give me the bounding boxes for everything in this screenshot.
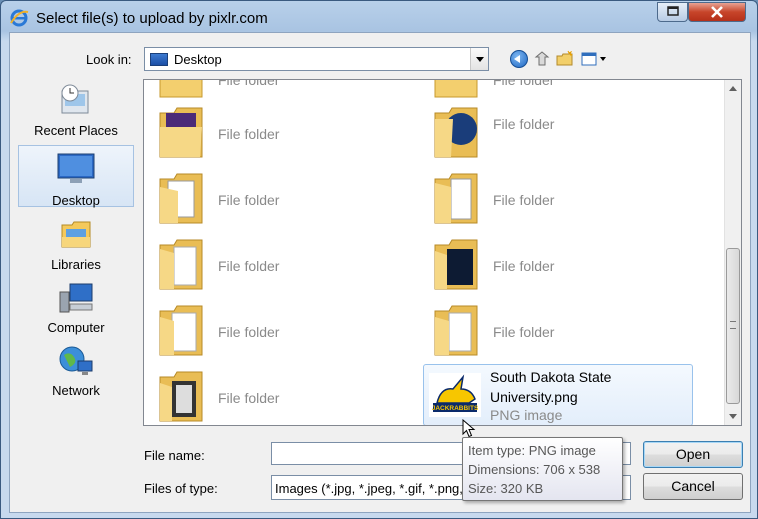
open-button[interactable]: Open bbox=[643, 441, 743, 468]
file-type-label: File folder bbox=[218, 324, 280, 340]
chevron-down-icon[interactable] bbox=[470, 48, 488, 70]
file-dialog-window: Select file(s) to upload by pixlr.com Lo… bbox=[0, 0, 758, 519]
list-item-folder[interactable]: File folder bbox=[148, 79, 418, 102]
folder-icon bbox=[434, 239, 478, 290]
folder-icon bbox=[159, 305, 203, 356]
new-folder-icon[interactable] bbox=[556, 50, 574, 68]
filetype-value: Images (*.jpg, *.jpeg, *.gif, *.png, bbox=[275, 481, 463, 496]
restore-button[interactable] bbox=[657, 2, 688, 22]
close-button[interactable] bbox=[688, 2, 746, 22]
up-folder-icon[interactable] bbox=[533, 50, 551, 68]
list-item-folder[interactable]: File folder bbox=[148, 100, 418, 162]
mouse-cursor-icon bbox=[462, 419, 476, 438]
window-title: Select file(s) to upload by pixlr.com bbox=[36, 10, 268, 27]
place-label: Libraries bbox=[51, 257, 101, 272]
place-label: Network bbox=[52, 383, 100, 398]
lookin-label: Look in: bbox=[86, 52, 132, 67]
list-item-folder[interactable]: File folder bbox=[423, 79, 693, 102]
folder-icon bbox=[159, 80, 203, 98]
file-type-label: File folder bbox=[493, 116, 555, 132]
ie-icon bbox=[10, 9, 29, 27]
list-item-folder[interactable]: File folder bbox=[148, 364, 418, 425]
back-button[interactable] bbox=[510, 50, 528, 68]
folder-icon bbox=[434, 305, 478, 356]
list-item-folder[interactable]: File folder bbox=[423, 298, 693, 360]
list-item-selected-file[interactable]: JACKRABBITS South Dakota State Universit… bbox=[423, 364, 693, 425]
place-label: Computer bbox=[47, 320, 105, 335]
selected-file-type: PNG image bbox=[490, 407, 563, 423]
file-type-label: File folder bbox=[218, 258, 280, 274]
place-recent-places[interactable]: Recent Places bbox=[18, 81, 134, 141]
file-list[interactable]: File folder File folder File folder File… bbox=[143, 79, 742, 426]
folder-icon bbox=[159, 239, 203, 290]
thumb-logo-text: JACKRABBITS bbox=[432, 405, 479, 412]
libraries-icon bbox=[56, 215, 96, 255]
folder-icon bbox=[434, 80, 478, 98]
place-desktop[interactable]: Desktop bbox=[18, 145, 134, 208]
place-label: Recent Places bbox=[34, 123, 118, 138]
scroll-up-arrow-icon[interactable] bbox=[725, 80, 741, 97]
list-item-folder[interactable]: File folder bbox=[423, 100, 693, 162]
file-type-label: File folder bbox=[218, 126, 280, 142]
filename-label: File name: bbox=[144, 448, 205, 463]
desktop-icon bbox=[56, 151, 96, 191]
scroll-down-arrow-icon[interactable] bbox=[725, 408, 741, 425]
scrollbar-thumb[interactable] bbox=[726, 248, 740, 404]
close-icon bbox=[711, 6, 723, 18]
view-menu-icon[interactable] bbox=[580, 50, 608, 68]
vertical-scrollbar[interactable] bbox=[724, 80, 741, 425]
lookin-value: Desktop bbox=[174, 52, 222, 67]
cancel-button[interactable]: Cancel bbox=[643, 473, 743, 500]
file-info-tooltip: Item type: PNG image Dimensions: 706 x 5… bbox=[462, 437, 623, 501]
file-type-label: File folder bbox=[218, 390, 280, 406]
folder-icon bbox=[159, 371, 203, 422]
list-item-folder[interactable]: File folder bbox=[423, 232, 693, 294]
selected-file-name: South Dakota State University.png bbox=[490, 369, 612, 405]
desktop-icon bbox=[150, 53, 168, 66]
filetype-label: Files of type: bbox=[144, 481, 218, 496]
tooltip-dimensions: Dimensions: 706 x 538 bbox=[468, 462, 601, 477]
file-type-label: File folder bbox=[493, 192, 555, 208]
folder-icon bbox=[434, 107, 478, 158]
network-icon bbox=[56, 341, 96, 381]
computer-icon bbox=[56, 278, 96, 318]
title-bar[interactable]: Select file(s) to upload by pixlr.com bbox=[1, 1, 757, 35]
lookin-dropdown[interactable]: Desktop bbox=[144, 47, 489, 71]
tooltip-size: Size: 320 KB bbox=[468, 481, 544, 496]
dialog-client-area: Look in: Desktop Recent Places Desktop L… bbox=[9, 32, 751, 513]
file-type-label: File folder bbox=[218, 192, 280, 208]
jackrabbits-logo-thumbnail: JACKRABBITS bbox=[429, 373, 481, 417]
places-bar: Recent Places Desktop Libraries Computer… bbox=[12, 81, 134, 441]
folder-icon bbox=[434, 173, 478, 224]
place-label: Desktop bbox=[52, 193, 100, 208]
tooltip-item-type: Item type: PNG image bbox=[468, 443, 596, 458]
file-type-label: File folder bbox=[493, 79, 555, 88]
list-item-folder[interactable]: File folder bbox=[148, 298, 418, 360]
file-type-label: File folder bbox=[218, 79, 280, 88]
restore-icon bbox=[667, 6, 679, 16]
list-item-folder[interactable]: File folder bbox=[148, 232, 418, 294]
place-network[interactable]: Network bbox=[18, 341, 134, 399]
list-item-folder[interactable]: File folder bbox=[148, 166, 418, 228]
place-libraries[interactable]: Libraries bbox=[18, 215, 134, 273]
file-type-label: File folder bbox=[493, 258, 555, 274]
file-type-label: File folder bbox=[493, 324, 555, 340]
list-item-folder[interactable]: File folder bbox=[423, 166, 693, 228]
place-computer[interactable]: Computer bbox=[18, 278, 134, 336]
recent-places-icon bbox=[56, 81, 96, 121]
folder-icon bbox=[159, 173, 203, 224]
folder-icon bbox=[159, 107, 203, 158]
